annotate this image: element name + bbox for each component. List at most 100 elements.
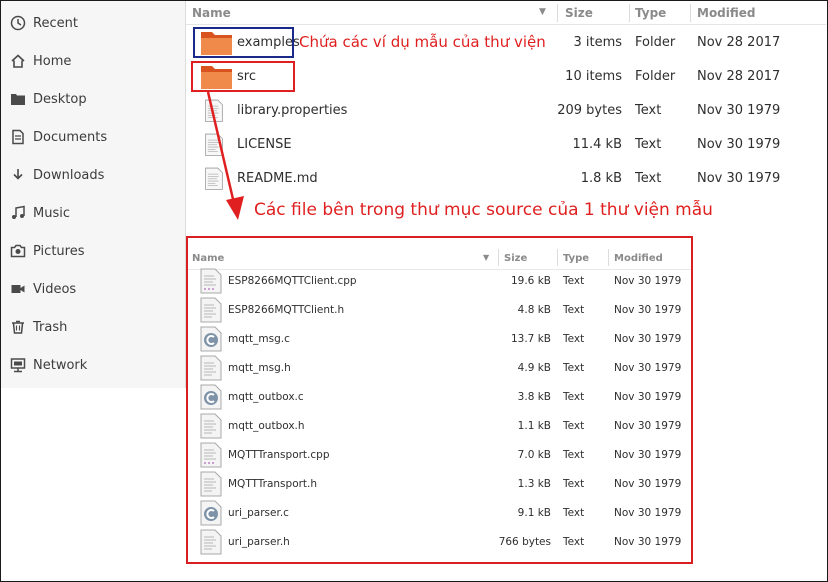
file-modified: Nov 30 1979 xyxy=(614,390,682,403)
list-item[interactable]: MQTTTransport.h 1.3 kB Text Nov 30 1979 xyxy=(188,469,691,498)
trash-icon xyxy=(9,318,27,336)
column-header-type[interactable]: Type xyxy=(563,248,608,268)
file-name: MQTTTransport.h xyxy=(228,477,318,490)
file-type: Text xyxy=(563,390,585,403)
file-name: mqtt_outbox.h xyxy=(228,419,305,432)
file-size: 13.7 kB xyxy=(510,332,551,345)
file-type: Text xyxy=(635,136,662,152)
sidebar-item-downloads[interactable]: Downloads xyxy=(1,157,185,193)
sidebar-item-label: Videos xyxy=(33,281,77,297)
src-contents-panel: Name ▼ Size Type Modified ESP8266MQTTCli… xyxy=(186,236,693,564)
header-file-icon xyxy=(200,297,222,323)
list-item[interactable]: mqtt_outbox.c 3.8 kB Text Nov 30 1979 xyxy=(188,382,691,411)
sidebar-item-pictures[interactable]: Pictures xyxy=(1,233,185,269)
column-separator xyxy=(557,4,558,22)
list-item[interactable]: uri_parser.c 9.1 kB Text Nov 30 1979 xyxy=(188,498,691,527)
column-separator xyxy=(498,249,499,266)
column-header-name[interactable]: Name xyxy=(192,1,552,24)
file-modified: Nov 30 1979 xyxy=(614,535,682,548)
cpp-file-icon xyxy=(200,268,222,294)
download-icon xyxy=(9,166,27,184)
file-modified: Nov 28 2017 xyxy=(697,68,781,84)
camera-icon xyxy=(9,242,27,260)
list-item[interactable]: ESP8266MQTTClient.cpp 19.6 kB Text Nov 3… xyxy=(188,266,691,295)
list-item[interactable]: LICENSE 11.4 kB Text Nov 30 1979 xyxy=(186,127,826,161)
column-separator xyxy=(608,249,609,266)
sidebar-item-desktop[interactable]: Desktop xyxy=(1,81,185,117)
column-header-size[interactable]: Size xyxy=(504,248,554,268)
list-item[interactable]: ESP8266MQTTClient.h 4.8 kB Text Nov 30 1… xyxy=(188,295,691,324)
file-size: 3.8 kB xyxy=(517,390,551,403)
sidebar-item-label: Recent xyxy=(33,15,78,31)
file-size: 1.8 kB xyxy=(580,170,622,186)
file-modified: Nov 30 1979 xyxy=(614,477,682,490)
file-name: ESP8266MQTTClient.cpp xyxy=(228,274,357,287)
c-file-icon xyxy=(200,326,222,352)
file-type: Text xyxy=(563,303,585,316)
file-type: Text xyxy=(563,477,585,490)
column-header-type[interactable]: Type xyxy=(635,1,691,24)
file-name: mqtt_outbox.c xyxy=(228,390,304,403)
file-size: 7.0 kB xyxy=(517,448,551,461)
file-size: 209 bytes xyxy=(557,102,622,118)
document-icon xyxy=(9,128,27,146)
file-modified: Nov 30 1979 xyxy=(614,274,682,287)
list-item[interactable]: uri_parser.h 766 bytes Text Nov 30 1979 xyxy=(188,527,691,556)
sort-down-icon: ▼ xyxy=(539,7,546,17)
file-size: 766 bytes xyxy=(498,535,551,548)
file-name: uri_parser.h xyxy=(228,535,290,548)
sidebar-item-music[interactable]: Music xyxy=(1,195,185,231)
sidebar-item-label: Desktop xyxy=(33,91,87,107)
file-type: Text xyxy=(563,332,585,345)
file-type: Text xyxy=(563,274,585,287)
list-item[interactable]: mqtt_msg.c 13.7 kB Text Nov 30 1979 xyxy=(188,324,691,353)
list-item[interactable]: mqtt_msg.h 4.9 kB Text Nov 30 1979 xyxy=(188,353,691,382)
file-size: 19.6 kB xyxy=(510,274,551,287)
header-file-icon xyxy=(200,413,222,439)
file-modified: Nov 30 1979 xyxy=(614,506,682,519)
sidebar-item-home[interactable]: Home xyxy=(1,43,185,79)
file-size: 4.9 kB xyxy=(517,361,551,374)
file-size: 3 items xyxy=(573,34,622,50)
file-modified: Nov 28 2017 xyxy=(697,34,781,50)
file-type: Text xyxy=(563,506,585,519)
sidebar-item-videos[interactable]: Videos xyxy=(1,271,185,307)
places-sidebar: Recent Home Desktop Documents Downloads … xyxy=(1,1,186,388)
file-name: ESP8266MQTTClient.h xyxy=(228,303,345,316)
sort-down-icon: ▼ xyxy=(483,253,490,262)
clock-icon xyxy=(9,14,27,32)
file-size: 1.1 kB xyxy=(517,419,551,432)
file-size: 9.1 kB xyxy=(517,506,551,519)
file-size: 10 items xyxy=(565,68,622,84)
column-header-modified[interactable]: Modified xyxy=(614,248,684,268)
network-icon xyxy=(9,356,27,374)
file-modified: Nov 30 1979 xyxy=(614,419,682,432)
column-header-name[interactable]: Name xyxy=(192,248,482,268)
column-separator xyxy=(690,4,691,22)
column-header-size[interactable]: Size xyxy=(565,1,625,24)
sidebar-item-network[interactable]: Network xyxy=(1,347,185,383)
file-type: Text xyxy=(563,448,585,461)
column-header-modified[interactable]: Modified xyxy=(697,1,817,24)
src-annotation: Các file bên trong thư mục source của 1 … xyxy=(254,200,713,220)
list-item[interactable]: library.properties 209 bytes Text Nov 30… xyxy=(186,93,826,127)
file-type: Text xyxy=(563,535,585,548)
file-modified: Nov 30 1979 xyxy=(614,448,682,461)
list-item[interactable]: README.md 1.8 kB Text Nov 30 1979 xyxy=(186,161,826,195)
file-type: Folder xyxy=(635,34,676,50)
file-type: Text xyxy=(635,170,662,186)
file-type: Folder xyxy=(635,68,676,84)
sidebar-item-trash[interactable]: Trash xyxy=(1,309,185,345)
home-icon xyxy=(9,52,27,70)
sidebar-item-documents[interactable]: Documents xyxy=(1,119,185,155)
video-icon xyxy=(9,280,27,298)
list-item[interactable]: mqtt_outbox.h 1.1 kB Text Nov 30 1979 xyxy=(188,411,691,440)
header-file-icon xyxy=(200,529,222,555)
file-name: MQTTTransport.cpp xyxy=(228,448,330,461)
sidebar-item-recent[interactable]: Recent xyxy=(1,5,185,41)
cpp-file-icon xyxy=(200,442,222,468)
file-type: Text xyxy=(635,102,662,118)
file-size: 4.8 kB xyxy=(517,303,551,316)
list-item[interactable]: MQTTTransport.cpp 7.0 kB Text Nov 30 197… xyxy=(188,440,691,469)
header-file-icon xyxy=(200,355,222,381)
